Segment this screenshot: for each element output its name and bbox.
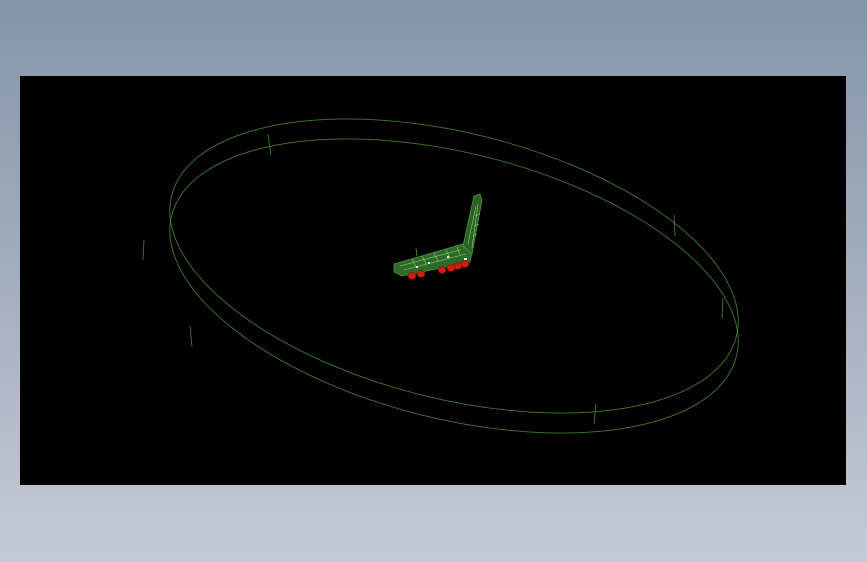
ring-seam-left <box>142 239 145 261</box>
wheel-icon <box>416 270 426 278</box>
scene-canvas[interactable] <box>20 76 846 485</box>
chassis-body <box>393 243 473 277</box>
wheel-icon <box>407 272 417 280</box>
ring-seam-3 <box>189 325 193 348</box>
wheel-icon <box>460 260 470 268</box>
ring-seam-2 <box>673 214 676 237</box>
ring-seam-right <box>721 297 724 319</box>
crane-vehicle-model[interactable] <box>393 193 483 280</box>
ring-seam-1 <box>267 133 272 156</box>
ring-bottom-edge <box>169 138 739 434</box>
cad-viewport[interactable] <box>20 76 846 485</box>
mast <box>415 247 418 257</box>
wheel-icon <box>437 266 447 274</box>
ring-seam-4 <box>593 403 597 425</box>
circular-track-ring <box>142 118 739 434</box>
